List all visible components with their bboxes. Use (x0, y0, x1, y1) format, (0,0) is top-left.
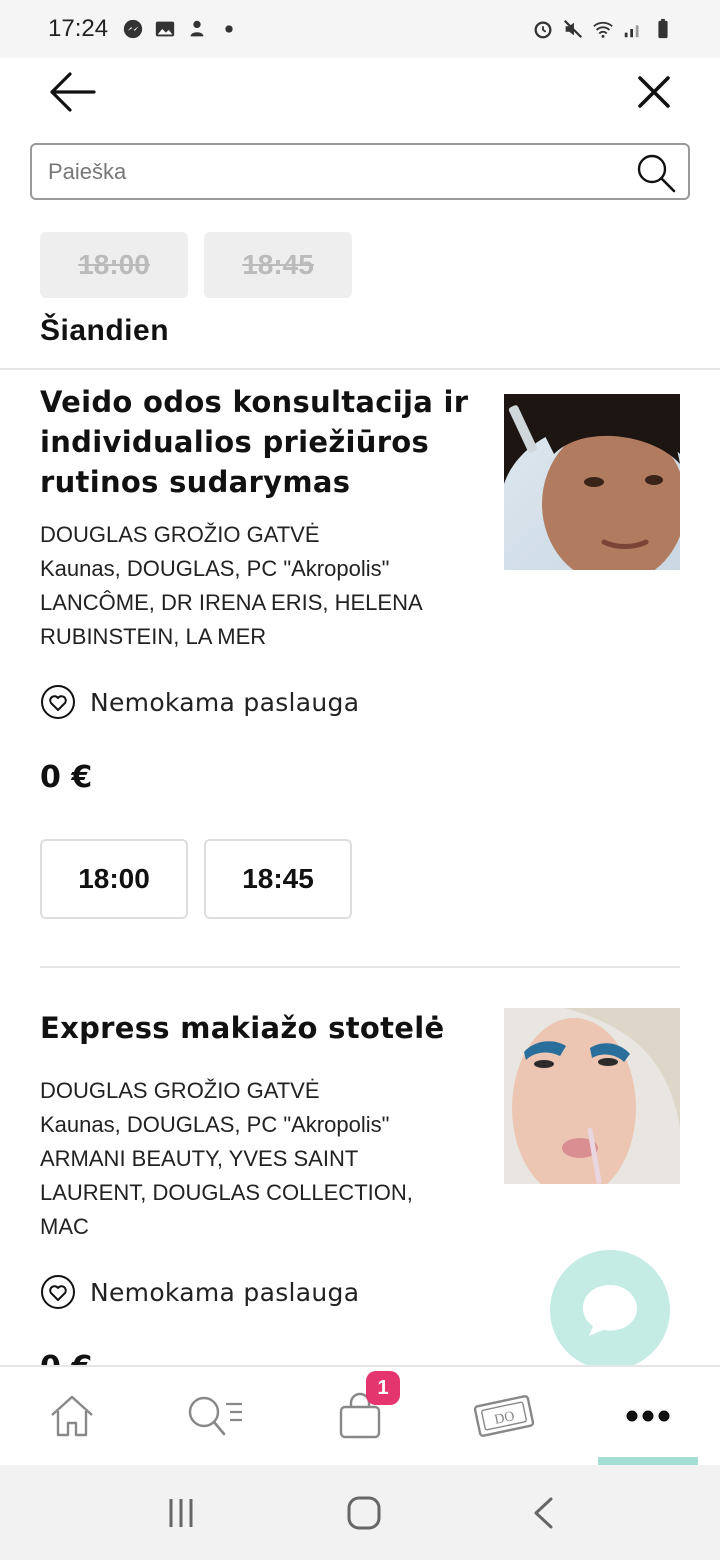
time-slot-button[interactable]: 18:45 (204, 839, 352, 919)
home-icon (51, 1395, 93, 1437)
chat-button[interactable] (550, 1250, 670, 1370)
service-location: Kaunas, DOUGLAS, PC "Akropolis" (40, 1112, 390, 1137)
free-service-label: Nemokama paslauga (90, 687, 360, 717)
header (0, 58, 720, 134)
gallery-icon (155, 21, 175, 37)
alarm-icon (534, 21, 552, 39)
search-input[interactable] (48, 158, 608, 185)
recent-apps-icon[interactable] (165, 1497, 197, 1529)
search-box[interactable] (30, 143, 690, 200)
app-icon (190, 20, 204, 37)
card-icon: DO (473, 1395, 535, 1437)
search-icon[interactable] (634, 151, 678, 195)
service-price: 0 € (40, 760, 93, 795)
nav-more[interactable] (576, 1367, 720, 1465)
battery-icon (658, 18, 668, 39)
arrow-left-icon[interactable] (46, 70, 98, 114)
heart-icon (41, 1275, 75, 1309)
free-service-label: Nemokama paslauga (90, 1277, 360, 1307)
service-image[interactable] (504, 1008, 680, 1184)
free-service-row: Nemokama paslauga (40, 684, 680, 720)
wifi-icon (593, 21, 613, 38)
nav-bag[interactable]: 1 (288, 1367, 432, 1465)
nav-card[interactable]: DO (432, 1367, 576, 1465)
status-bar: 17:24 (0, 0, 720, 58)
system-nav-bar (0, 1465, 720, 1560)
service-location: Kaunas, DOUGLAS, PC "Akropolis" (40, 556, 390, 581)
divider (40, 966, 680, 968)
service-info: DOUGLAS GROŽIO GATVĖ Kaunas, DOUGLAS, PC… (40, 1074, 460, 1244)
back-button-icon[interactable] (531, 1496, 555, 1530)
heart-icon (41, 685, 75, 719)
day-label: Šiandien (40, 314, 170, 347)
divider (0, 368, 720, 370)
nav-home[interactable] (0, 1367, 144, 1465)
mute-icon (563, 19, 583, 39)
search-list-icon (188, 1396, 242, 1436)
nav-search[interactable] (144, 1367, 288, 1465)
chat-bubble-icon (583, 1285, 637, 1336)
past-slots: 18:00 18:45 (40, 232, 352, 298)
bottom-nav: 1 DO (0, 1365, 720, 1465)
status-time: 17:24 (48, 15, 109, 42)
service-image[interactable] (504, 394, 680, 570)
dot-icon (225, 25, 233, 33)
service-brands: ARMANI BEAUTY, YVES SAINT LAURENT, DOUGL… (40, 1146, 413, 1239)
service-store: DOUGLAS GROŽIO GATVĖ (40, 522, 320, 547)
service-card[interactable]: Veido odos konsultacija ir individualios… (40, 382, 680, 919)
messenger-icon (123, 19, 143, 39)
active-tab-indicator (598, 1457, 698, 1465)
time-slots: 18:00 18:45 (40, 839, 680, 919)
past-slot: 18:45 (204, 232, 352, 298)
past-slot: 18:00 (40, 232, 188, 298)
service-brands: LANCÔME, DR IRENA ERIS, HELENA RUBINSTEI… (40, 590, 422, 649)
service-title[interactable]: Veido odos konsultacija ir individualios… (40, 382, 470, 502)
cart-count-badge: 1 (366, 1371, 400, 1405)
service-store: DOUGLAS GROŽIO GATVĖ (40, 1078, 320, 1103)
home-button-icon[interactable] (346, 1495, 382, 1531)
more-icon (626, 1410, 670, 1422)
service-title[interactable]: Express makiažo stotelė (40, 1008, 470, 1048)
service-info: DOUGLAS GROŽIO GATVĖ Kaunas, DOUGLAS, PC… (40, 518, 460, 654)
close-icon[interactable] (632, 70, 676, 114)
signal-icon (624, 25, 639, 38)
time-slot-button[interactable]: 18:00 (40, 839, 188, 919)
